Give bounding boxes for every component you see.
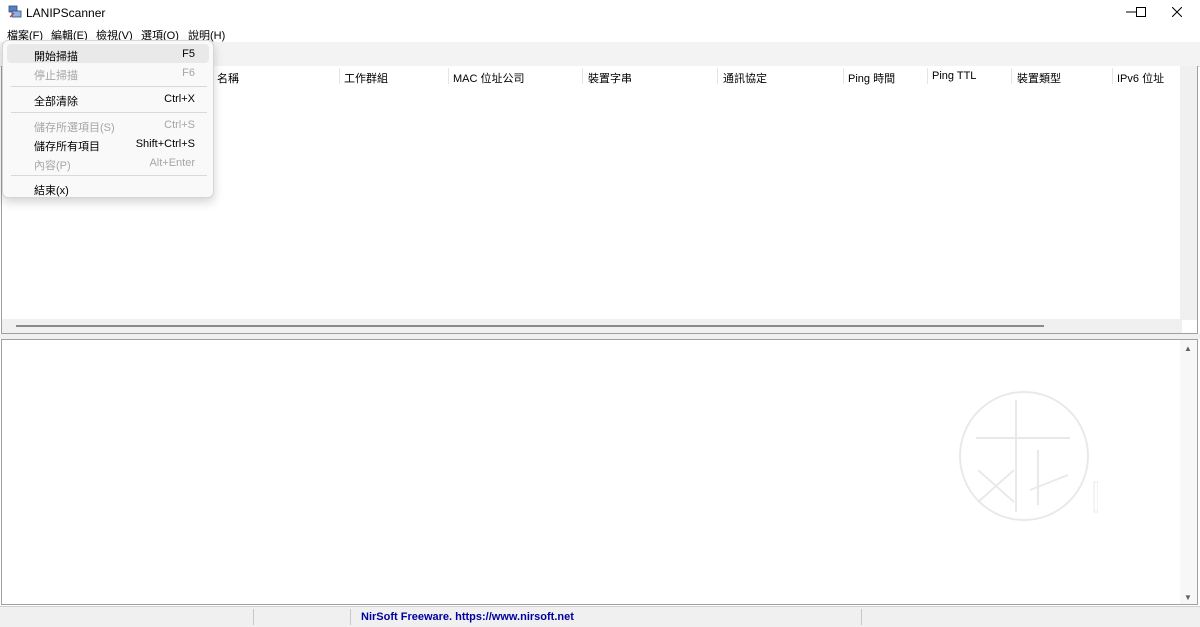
title-bar[interactable]: LANIPScanner	[0, 0, 1200, 24]
maximize-icon	[1136, 7, 1146, 17]
column-separator[interactable]	[1112, 68, 1113, 84]
file-menu-dropdown: 開始掃描 F5 停止掃描 F6 全部清除 Ctrl+X 儲存所選項目(S) Ct…	[2, 40, 214, 198]
menu-item-shortcut: Shift+Ctrl+S	[135, 138, 195, 150]
column-separator[interactable]	[717, 68, 718, 84]
menu-item-start-scan[interactable]: 開始掃描 F5	[7, 44, 209, 63]
horizontal-scrollbar[interactable]	[2, 319, 1182, 333]
status-bar: NirSoft Freeware. https://www.nirsoft.ne…	[0, 606, 1200, 627]
menu-item-shortcut: Alt+Enter	[149, 157, 195, 169]
close-button[interactable]	[1154, 0, 1200, 24]
menu-item-shortcut: F6	[182, 67, 195, 79]
menu-item-stop-scan[interactable]: 停止掃描 F6	[7, 63, 209, 82]
column-header-name[interactable]: 名稱	[217, 70, 239, 86]
horizontal-scroll-thumb[interactable]	[16, 325, 1044, 327]
column-separator[interactable]	[448, 68, 449, 84]
menu-item-label: 全部清除	[34, 96, 78, 108]
column-header-device-string[interactable]: 裝置字串	[588, 70, 632, 86]
column-header-protocol[interactable]: 通訊協定	[723, 70, 767, 86]
menu-item-save-selected[interactable]: 儲存所選項目(S) Ctrl+S	[7, 115, 209, 134]
column-header-device-type[interactable]: 裝置類型	[1017, 70, 1061, 86]
network-scanner-icon	[8, 5, 22, 19]
close-icon	[1172, 7, 1182, 17]
vertical-scrollbar[interactable]: ▲ ▼	[1180, 340, 1197, 604]
menu-item-label: 內容(P)	[34, 160, 71, 172]
column-header-ping-time[interactable]: Ping 時間	[848, 70, 895, 86]
nirsoft-link[interactable]: NirSoft Freeware. https://www.nirsoft.ne…	[361, 611, 574, 623]
menu-item-label: 儲存所選項目(S)	[34, 122, 115, 134]
column-header-mac-company[interactable]: MAC 位址公司	[453, 70, 525, 86]
column-separator[interactable]	[582, 68, 583, 84]
watermark-seal	[958, 390, 1099, 530]
status-panel	[254, 609, 351, 625]
column-separator[interactable]	[339, 68, 340, 84]
menu-item-save-all[interactable]: 儲存所有項目 Shift+Ctrl+S	[7, 134, 209, 153]
menu-item-shortcut: Ctrl+S	[164, 119, 195, 131]
menu-item-label: 結束(x)	[34, 185, 69, 197]
menu-item-shortcut: F5	[182, 48, 195, 60]
window-title: LANIPScanner	[26, 6, 106, 20]
menu-item-clear-all[interactable]: 全部清除 Ctrl+X	[7, 89, 209, 108]
scroll-down-arrow-icon[interactable]: ▼	[1184, 593, 1192, 602]
menu-separator	[11, 112, 207, 113]
menu-item-properties[interactable]: 內容(P) Alt+Enter	[7, 153, 209, 172]
menu-item-exit[interactable]: 結束(x)	[7, 178, 209, 197]
menu-item-label: 儲存所有項目	[34, 141, 100, 153]
column-separator[interactable]	[927, 68, 928, 84]
column-separator[interactable]	[843, 68, 844, 84]
menu-item-label: 停止掃描	[34, 70, 78, 82]
vertical-scrollbar[interactable]	[1180, 66, 1197, 320]
menu-item-shortcut: Ctrl+X	[164, 93, 195, 105]
column-header-workgroup[interactable]: 工作群組	[344, 70, 388, 86]
menu-separator	[11, 175, 207, 176]
menu-separator	[11, 86, 207, 87]
scroll-up-arrow-icon[interactable]: ▲	[1184, 344, 1192, 353]
details-pane[interactable]: ▲ ▼	[1, 339, 1198, 605]
column-header-ipv6[interactable]: IPv6 位址	[1117, 70, 1164, 86]
column-header-ping-ttl[interactable]: Ping TTL	[932, 70, 976, 82]
status-panel	[0, 609, 254, 625]
column-separator[interactable]	[1011, 68, 1012, 84]
menu-item-label: 開始掃描	[34, 51, 78, 63]
